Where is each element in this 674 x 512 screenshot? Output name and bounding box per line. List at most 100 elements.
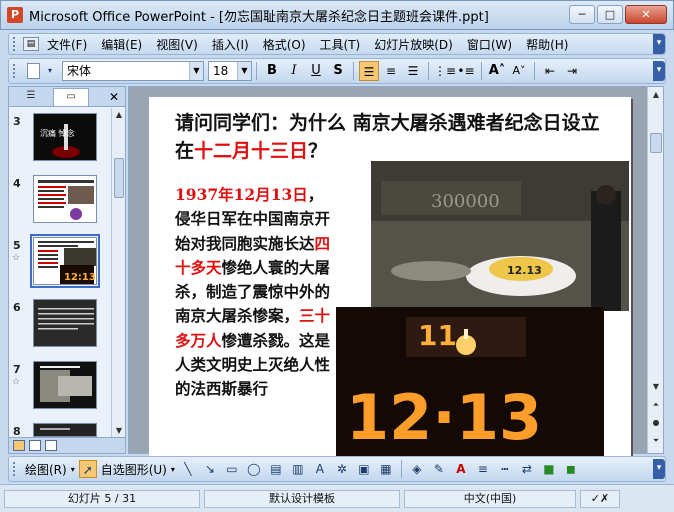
close-button[interactable]: ✕ — [625, 5, 667, 24]
wordart-icon[interactable]: A — [311, 460, 329, 478]
bold-button[interactable]: B — [262, 61, 282, 81]
memorial-photo[interactable]: 300000 12.13 — [371, 161, 629, 311]
draw-menu-button[interactable]: 绘图(R) — [25, 461, 67, 478]
menu-tools[interactable]: 工具(T) — [320, 36, 361, 53]
slide-thumbnail[interactable] — [33, 175, 97, 223]
arrow-tool-icon[interactable]: ↘ — [201, 460, 219, 478]
picture-icon[interactable]: ▦ — [377, 460, 395, 478]
toolbar-options-icon[interactable]: ▾ — [653, 61, 665, 81]
menu-edit[interactable]: 编辑(E) — [101, 36, 142, 53]
slide-thumbnail[interactable] — [33, 361, 97, 409]
shadow-style-icon[interactable]: ■ — [540, 460, 558, 478]
line-color-icon[interactable]: ✎ — [430, 460, 448, 478]
menu-file[interactable]: 文件(F) — [47, 36, 87, 53]
clipart-icon[interactable]: ▣ — [355, 460, 373, 478]
spellcheck-icon[interactable]: ✓✗ — [580, 489, 620, 508]
autoshapes-menu-button[interactable]: 自选图形(U) — [101, 461, 167, 478]
chevron-down-icon[interactable]: ▼ — [189, 62, 203, 80]
menu-format[interactable]: 格式(O) — [263, 36, 306, 53]
slide-sorter-view-icon[interactable] — [29, 440, 41, 451]
slide-thumbnail[interactable]: 沉痛 悼念 — [33, 113, 97, 161]
font-family-select[interactable]: 宋体 ▼ — [62, 61, 204, 81]
scroll-down-icon[interactable]: ▼ — [112, 424, 126, 438]
toolbar-options-icon[interactable]: ▾ — [653, 459, 665, 479]
thumbnail-slide-4[interactable]: 4 — [9, 175, 113, 229]
chevron-down-icon[interactable]: ▾ — [171, 465, 175, 474]
underline-button[interactable]: U — [306, 61, 326, 81]
menu-help[interactable]: 帮助(H) — [526, 36, 568, 53]
outline-tab-icon[interactable]: ☰ — [13, 88, 49, 106]
shadow-button[interactable]: S — [328, 61, 348, 81]
document-icon[interactable]: ▤ — [23, 37, 39, 51]
dash-style-icon[interactable]: ┅ — [496, 460, 514, 478]
current-slide[interactable]: 请问同学们：为什么 南京大屠杀遇难者纪念日设立在十二月十三日？ 1937年12月… — [149, 97, 631, 457]
arrow-style-icon[interactable]: ⇄ — [518, 460, 536, 478]
slide-thumbnail-selected[interactable]: 12:13 — [30, 234, 100, 288]
fill-color-icon[interactable]: ◈ — [408, 460, 426, 478]
menu-slideshow[interactable]: 幻灯片放映(D) — [374, 36, 453, 53]
menu-view[interactable]: 视图(V) — [156, 36, 198, 53]
slide-thumbnail[interactable] — [33, 423, 97, 437]
status-bar: 幻灯片 5 / 31 默认设计模板 中文(中国) ✓✗ — [0, 484, 674, 512]
diagram-icon[interactable]: ✲ — [333, 460, 351, 478]
title-end: ？ — [308, 140, 328, 162]
thumbnail-slide-6[interactable]: 6 — [9, 299, 113, 353]
thumbnail-slide-7[interactable]: 7 ☆ — [9, 361, 113, 415]
font-size-select[interactable]: 18 ▼ — [208, 61, 252, 81]
select-browse-object-icon[interactable]: ● — [648, 415, 664, 431]
line-style-icon[interactable]: ≡ — [474, 460, 492, 478]
slideshow-view-icon[interactable] — [45, 440, 57, 451]
slide-scrollbar[interactable]: ▲ ▼ ⏶ ● ⏷ — [647, 87, 663, 453]
grip-handle[interactable] — [13, 462, 17, 476]
slide-thumbnail[interactable] — [33, 299, 97, 347]
scroll-down-icon[interactable]: ▼ — [648, 379, 664, 395]
grip-handle[interactable] — [13, 37, 17, 51]
vertical-textbox-icon[interactable]: ▥ — [289, 460, 307, 478]
panel-scrollbar[interactable]: ▲ ▼ — [111, 108, 125, 438]
oval-tool-icon[interactable]: ◯ — [245, 460, 263, 478]
rectangle-tool-icon[interactable]: ▭ — [223, 460, 241, 478]
maximize-button[interactable]: □ — [597, 5, 623, 24]
separator — [428, 62, 429, 80]
close-icon[interactable]: ✕ — [109, 88, 119, 106]
increase-indent-icon[interactable]: ⇥ — [562, 61, 582, 81]
chevron-down-icon[interactable]: ▼ — [237, 62, 251, 80]
scroll-up-icon[interactable]: ▲ — [112, 108, 126, 122]
textbox-tool-icon[interactable]: ▤ — [267, 460, 285, 478]
scroll-thumb[interactable] — [114, 158, 124, 198]
wreath-text: 12.13 — [507, 264, 542, 277]
3d-style-icon[interactable]: ◼ — [562, 460, 580, 478]
decrease-font-icon[interactable]: A˅ — [509, 61, 529, 81]
increase-font-icon[interactable]: A˄ — [487, 61, 507, 81]
slides-tab-icon[interactable]: ▭ — [53, 88, 89, 106]
normal-view-icon[interactable] — [13, 440, 25, 451]
candles-photo[interactable]: 11 12·13 — [336, 307, 604, 457]
decrease-indent-icon[interactable]: ⇤ — [540, 61, 560, 81]
italic-button[interactable]: I — [284, 61, 304, 81]
dropdown-arrow-icon[interactable]: ▾ — [46, 62, 54, 80]
thumbnail-slide-3[interactable]: 3 沉痛 悼念 — [9, 113, 113, 167]
menu-window[interactable]: 窗口(W) — [467, 36, 512, 53]
align-right-icon[interactable]: ☰ — [403, 61, 423, 81]
grip-handle[interactable] — [13, 64, 17, 78]
scroll-thumb[interactable] — [650, 133, 662, 153]
new-document-icon[interactable] — [27, 63, 40, 79]
powerpoint-app-icon[interactable]: P — [7, 7, 23, 23]
line-tool-icon[interactable]: ╲ — [179, 460, 197, 478]
minimize-button[interactable]: ─ — [569, 5, 595, 24]
select-pointer-icon[interactable]: ➚ — [78, 460, 97, 478]
next-slide-icon[interactable]: ⏷ — [648, 433, 664, 449]
slide-title[interactable]: 请问同学们：为什么 南京大屠杀遇难者纪念日设立在十二月十三日？ — [175, 109, 605, 165]
numbered-list-icon[interactable]: ⋮≡ — [434, 61, 456, 81]
menu-insert[interactable]: 插入(I) — [212, 36, 249, 53]
align-center-icon[interactable]: ≡ — [381, 61, 401, 81]
align-left-icon[interactable]: ☰ — [359, 61, 379, 81]
toolbar-options-icon[interactable]: ▾ — [653, 34, 665, 54]
bulleted-list-icon[interactable]: •≡ — [456, 61, 476, 81]
font-color-icon[interactable]: A — [452, 460, 470, 478]
previous-slide-icon[interactable]: ⏶ — [648, 397, 664, 413]
slide-body-text[interactable]: 1937年12月13日，侵华日军在中国南京开始对我同胞实施长达四十多天惨绝人寰的… — [175, 183, 333, 402]
thumbnail-slide-5[interactable]: 5 ☆ 12:13 — [9, 234, 113, 291]
scroll-up-icon[interactable]: ▲ — [648, 87, 664, 103]
chevron-down-icon[interactable]: ▾ — [71, 465, 75, 474]
